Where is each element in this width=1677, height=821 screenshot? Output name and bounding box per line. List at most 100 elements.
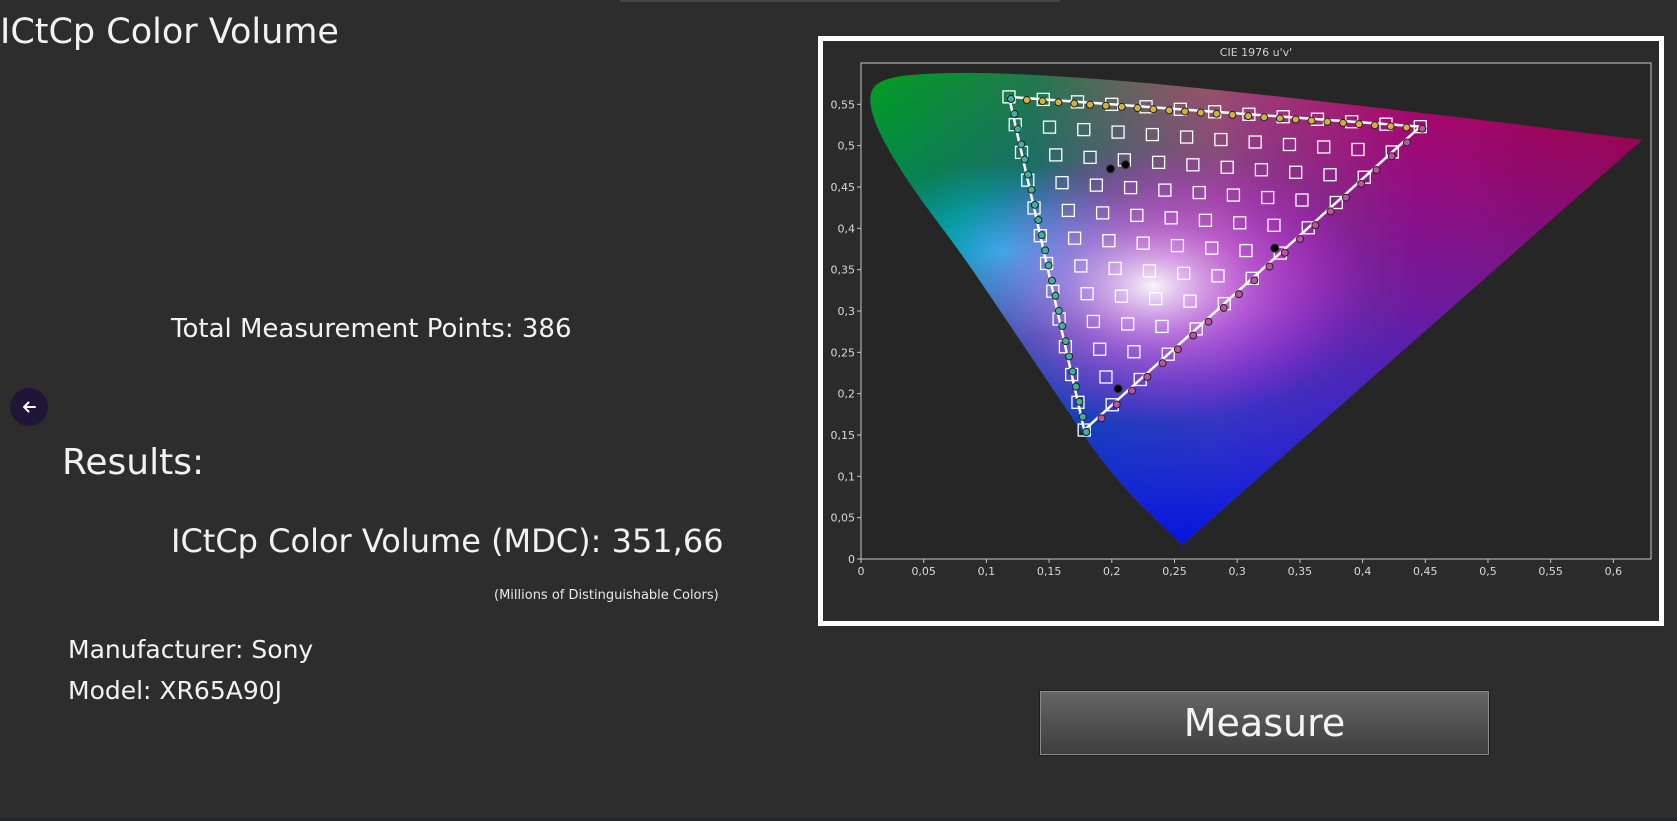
measurement-dot <box>1048 276 1057 285</box>
x-tick-label: 0,1 <box>978 565 996 578</box>
measurement-dot <box>1044 261 1053 270</box>
y-tick-label: 0,25 <box>831 346 856 359</box>
measure-button[interactable]: Measure <box>1040 691 1489 755</box>
highlight-point <box>1113 384 1123 394</box>
measurement-dot <box>1143 372 1152 381</box>
measurement-dot <box>1339 118 1348 127</box>
measurement-dot <box>1054 306 1063 315</box>
measurement-dot <box>1037 231 1046 240</box>
measurement-dot <box>1165 106 1174 115</box>
measurement-dot <box>1291 115 1300 124</box>
highlight-point <box>1270 243 1280 253</box>
measurement-dot <box>1370 121 1379 130</box>
model-label: Model: XR65A90J <box>68 676 283 705</box>
measurement-dot <box>1311 221 1320 230</box>
measurement-dot <box>1173 345 1182 354</box>
measurement-dot <box>1204 317 1213 326</box>
measurement-dot <box>1071 382 1080 391</box>
measurement-dot <box>1065 352 1074 361</box>
measurement-dot <box>1024 170 1033 179</box>
measurement-dot <box>1058 322 1067 331</box>
measurement-dot <box>1101 101 1110 110</box>
x-tick-label: 0,05 <box>911 565 936 578</box>
x-tick-label: 0,6 <box>1605 565 1623 578</box>
x-tick-label: 0,35 <box>1288 565 1313 578</box>
measurement-dot <box>1097 414 1106 423</box>
page-title: ICtCp Color Volume <box>0 12 339 52</box>
measurement-dot <box>1260 113 1269 122</box>
measurement-dot <box>1112 400 1121 409</box>
measurement-dot <box>1234 290 1243 299</box>
measurement-dot <box>1196 108 1205 117</box>
measurement-dot <box>1280 248 1289 257</box>
measurement-dot <box>1219 303 1228 312</box>
measurement-dot <box>1013 125 1022 134</box>
top-divider <box>620 0 1060 2</box>
x-tick-label: 0,4 <box>1354 565 1372 578</box>
back-button[interactable] <box>10 388 48 426</box>
measurement-dot <box>1341 193 1350 202</box>
y-tick-label: 0,2 <box>838 388 856 401</box>
measurement-dot <box>1051 291 1060 300</box>
y-tick-label: 0,4 <box>838 222 856 235</box>
measurement-dot <box>1010 110 1019 119</box>
x-tick-label: 0,45 <box>1413 565 1438 578</box>
measurement-dot <box>1402 138 1411 147</box>
mdc-unit-note: (Millions of Distinguishable Colors) <box>494 588 719 603</box>
measurement-dot <box>1307 116 1316 125</box>
measurement-dot <box>1357 179 1366 188</box>
arrow-left-icon <box>23 401 36 413</box>
measurement-dot <box>1070 99 1079 108</box>
highlight-point <box>1121 160 1131 170</box>
measurement-dot <box>1022 96 1031 105</box>
measurement-dot <box>1027 185 1036 194</box>
y-tick-label: 0,35 <box>831 264 856 277</box>
measurement-dot <box>1265 262 1274 271</box>
x-tick-label: 0,3 <box>1228 565 1246 578</box>
measurement-dot <box>1250 276 1259 285</box>
measurement-dot <box>1180 107 1189 116</box>
measurement-dot <box>1158 359 1167 368</box>
x-tick-label: 0,25 <box>1162 565 1187 578</box>
measurement-dot <box>1354 120 1363 129</box>
cie-uv-chart: CIE 1976 u'v' 0 0,05 0,1 0,15 0,2 0,25 0,3 0,35 0… <box>831 46 1652 578</box>
measurement-dot <box>1386 122 1395 131</box>
measurement-dot <box>1034 216 1043 225</box>
y-tick-label: 0,15 <box>831 429 856 442</box>
highlight-point <box>1106 164 1116 174</box>
measurement-dot <box>1323 117 1332 126</box>
x-tick-label: 0,55 <box>1538 565 1563 578</box>
measurement-dot <box>1189 331 1198 340</box>
measurement-dot <box>1038 97 1047 106</box>
measurement-dot <box>1082 428 1091 437</box>
measurement-dot <box>1068 367 1077 376</box>
measurement-dot <box>1078 412 1087 421</box>
y-tick-label: 0,05 <box>831 512 856 525</box>
measurement-dot <box>1030 200 1039 209</box>
measurement-dot <box>1020 155 1029 164</box>
y-tick-label: 0,3 <box>838 305 856 318</box>
x-tick-label: 0 <box>858 565 865 578</box>
measurement-dot <box>1117 102 1126 111</box>
measurement-dot <box>1418 124 1427 133</box>
y-tick-label: 0 <box>848 553 855 566</box>
measurement-dot <box>1296 234 1305 243</box>
measurement-dot <box>1244 112 1253 121</box>
manufacturer-label: Manufacturer: Sony <box>68 635 314 664</box>
measurement-dot <box>1149 105 1158 114</box>
y-tick-label: 0,45 <box>831 181 856 194</box>
results-heading: Results: <box>62 442 205 483</box>
x-tick-label: 0,15 <box>1037 565 1062 578</box>
measurement-dot <box>1017 140 1026 149</box>
measurement-dot <box>1228 110 1237 119</box>
y-tick-label: 0,1 <box>838 470 856 483</box>
measurement-dot <box>1128 386 1137 395</box>
measurement-dot <box>1041 246 1050 255</box>
measurement-dot <box>1075 397 1084 406</box>
measurement-dot <box>1006 94 1015 103</box>
y-tick-label: 0,55 <box>831 98 856 111</box>
chart-title: CIE 1976 u'v' <box>1220 46 1292 59</box>
total-measurement-points: Total Measurement Points: 386 <box>171 314 572 344</box>
color-volume-result: ICtCp Color Volume (MDC): 351,66 <box>171 522 724 560</box>
y-tick-label: 0,5 <box>838 140 856 153</box>
